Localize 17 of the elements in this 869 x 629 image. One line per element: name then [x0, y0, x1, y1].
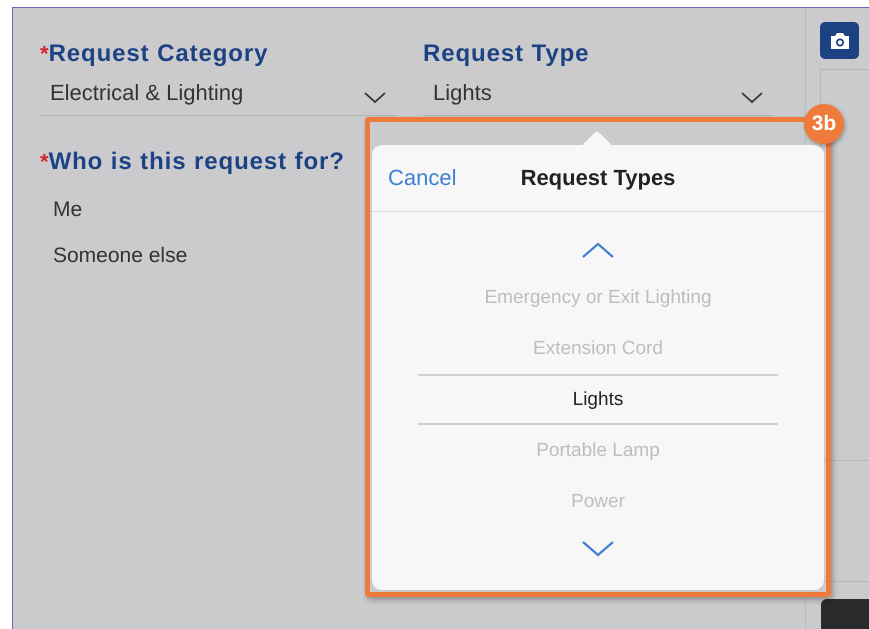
camera-button[interactable]	[820, 22, 859, 59]
field-label: Request Category	[48, 40, 268, 68]
dark-panel	[821, 599, 869, 629]
required-mark: *	[40, 149, 49, 175]
dropdown-field[interactable]: Electrical & Lighting	[40, 76, 396, 116]
chevron-up-icon[interactable]	[582, 242, 614, 258]
chevron-down-icon	[741, 92, 763, 104]
field-label: Request Type	[423, 40, 590, 68]
cancel-button[interactable]: Cancel	[384, 163, 460, 193]
dropdown-field[interactable]: Lights	[423, 76, 773, 116]
chevron-down-icon[interactable]	[582, 541, 614, 557]
required-mark: *	[40, 41, 49, 67]
chevron-down-icon	[364, 92, 386, 104]
picker-item[interactable]: Lights	[418, 374, 778, 425]
camera-icon	[828, 32, 850, 50]
field-label: Who is this request for?	[48, 148, 345, 176]
picker-title: Request Types	[520, 165, 676, 191]
